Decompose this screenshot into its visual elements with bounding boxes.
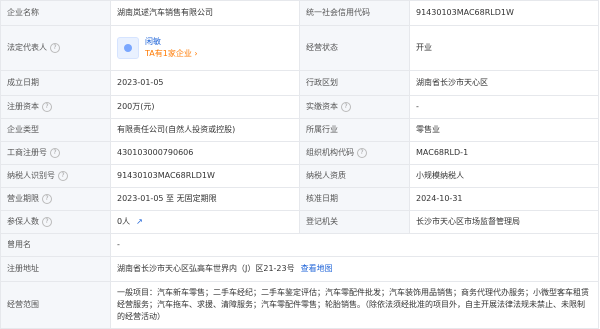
- label-taxpayer-qualification: 纳税人资质: [300, 165, 410, 187]
- info-row: 纳税人识别号 ? 91430103MAC68RLD1W 纳税人资质 小规模纳税人: [1, 165, 599, 188]
- label-admin-region: 行政区划: [300, 71, 410, 95]
- value-org-code: MAC68RLD-1: [410, 142, 599, 164]
- trend-chart-icon[interactable]: ↗: [136, 216, 143, 228]
- value-admin-region: 湖南省长沙市天心区: [410, 71, 599, 95]
- help-icon[interactable]: ?: [42, 102, 52, 112]
- value-business-term: 2023-01-05 至 无固定期限: [111, 188, 300, 210]
- label-reg-number: 工商注册号 ?: [1, 142, 111, 164]
- label-taxpayer-id: 纳税人识别号 ?: [1, 165, 111, 187]
- value-paid-capital: -: [410, 96, 599, 118]
- label-paid-capital: 实缴资本 ?: [300, 96, 410, 118]
- help-icon[interactable]: ?: [42, 194, 52, 204]
- info-row: 企业名称 湖南岚逑汽车销售有限公司 统一社会信用代码 91430103MAC68…: [1, 1, 599, 26]
- value-approval-date: 2024-10-31: [410, 188, 599, 210]
- info-row: 法定代表人 ? 闲敏 TA有1家企业 › 经营状态 开业: [1, 26, 599, 71]
- label-registered-address: 注册地址: [1, 257, 111, 281]
- help-icon[interactable]: ?: [58, 171, 68, 181]
- info-row: 注册地址 湖南省长沙市天心区弘高车世界内（J）区21-23号 查看地图: [1, 257, 599, 282]
- info-row: 注册资本 ? 200万(元) 实缴资本 ? -: [1, 96, 599, 119]
- label-business-term: 营业期限 ?: [1, 188, 111, 210]
- help-icon[interactable]: ?: [50, 43, 60, 53]
- legal-rep-name[interactable]: 闲敏: [145, 36, 198, 48]
- label-company-name: 企业名称: [1, 1, 111, 25]
- label-business-scope: 经营范围: [1, 282, 111, 328]
- chevron-right-icon: ›: [194, 49, 198, 58]
- info-row: 经营范围 一般项目：汽车新车零售；二手车经纪；二手车鉴定评估；汽车零配件批发；汽…: [1, 282, 599, 329]
- help-icon[interactable]: ?: [357, 148, 367, 158]
- label-registration-authority: 登记机关: [300, 211, 410, 233]
- label-business-status: 经营状态: [300, 26, 410, 70]
- info-row: 营业期限 ? 2023-01-05 至 无固定期限 核准日期 2024-10-3…: [1, 188, 599, 211]
- label-industry: 所属行业: [300, 119, 410, 141]
- value-insured-count: 0人 ↗: [111, 211, 300, 233]
- legal-rep-companies-link[interactable]: TA有1家企业 ›: [145, 48, 198, 60]
- label-approval-date: 核准日期: [300, 188, 410, 210]
- label-insured-count: 参保人数 ?: [1, 211, 111, 233]
- value-taxpayer-id: 91430103MAC68RLD1W: [111, 165, 300, 187]
- label-registered-capital: 注册资本 ?: [1, 96, 111, 118]
- label-legal-rep: 法定代表人 ?: [1, 26, 111, 70]
- person-icon: [124, 44, 132, 52]
- info-row: 企业类型 有限责任公司(自然人投资或控股) 所属行业 零售业: [1, 119, 599, 142]
- label-credit-code: 统一社会信用代码: [300, 1, 410, 25]
- value-business-scope: 一般项目：汽车新车零售；二手车经纪；二手车鉴定评估；汽车零配件批发；汽车装饰用品…: [111, 282, 599, 328]
- label-established: 成立日期: [1, 71, 111, 95]
- help-icon[interactable]: ?: [42, 217, 52, 227]
- value-registered-address: 湖南省长沙市天心区弘高车世界内（J）区21-23号 查看地图: [111, 257, 599, 281]
- value-reg-number: 430103000790606: [111, 142, 300, 164]
- value-former-name: -: [111, 234, 599, 256]
- value-company-type: 有限责任公司(自然人投资或控股): [111, 119, 300, 141]
- avatar: [117, 37, 139, 59]
- label-company-type: 企业类型: [1, 119, 111, 141]
- view-map-link[interactable]: 查看地图: [301, 263, 333, 275]
- value-industry: 零售业: [410, 119, 599, 141]
- value-registration-authority: 长沙市天心区市场监督管理局: [410, 211, 599, 233]
- label-former-name: 曾用名: [1, 234, 111, 256]
- label-org-code: 组织机构代码 ?: [300, 142, 410, 164]
- company-info-table: 企业名称 湖南岚逑汽车销售有限公司 统一社会信用代码 91430103MAC68…: [0, 0, 599, 329]
- info-row: 参保人数 ? 0人 ↗ 登记机关 长沙市天心区市场监督管理局: [1, 211, 599, 234]
- value-credit-code: 91430103MAC68RLD1W: [410, 1, 599, 25]
- info-row: 工商注册号 ? 430103000790606 组织机构代码 ? MAC68RL…: [1, 142, 599, 165]
- info-row: 成立日期 2023-01-05 行政区划 湖南省长沙市天心区: [1, 71, 599, 96]
- help-icon[interactable]: ?: [50, 148, 60, 158]
- value-established: 2023-01-05: [111, 71, 300, 95]
- value-registered-capital: 200万(元): [111, 96, 300, 118]
- value-legal-rep[interactable]: 闲敏 TA有1家企业 ›: [111, 26, 300, 70]
- help-icon[interactable]: ?: [341, 102, 351, 112]
- value-taxpayer-qualification: 小规模纳税人: [410, 165, 599, 187]
- info-row: 曾用名 -: [1, 234, 599, 257]
- value-company-name: 湖南岚逑汽车销售有限公司: [111, 1, 300, 25]
- value-business-status: 开业: [410, 26, 599, 70]
